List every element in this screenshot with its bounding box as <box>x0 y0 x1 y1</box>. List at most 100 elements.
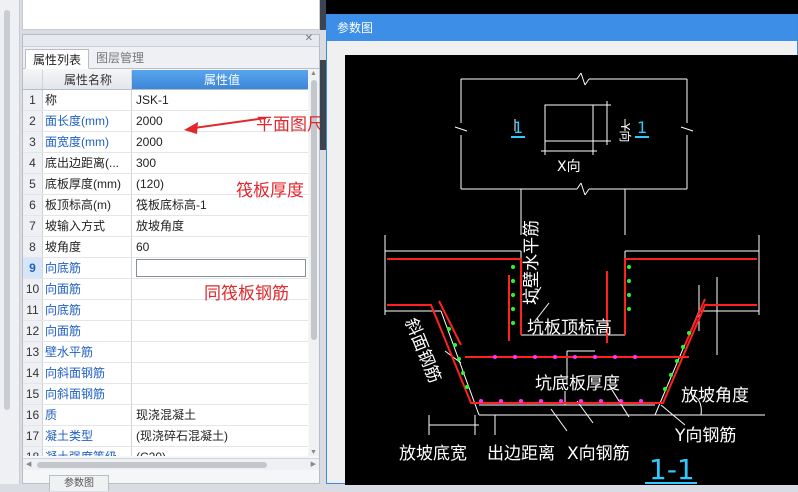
property-row[interactable]: 13 壁水平筋 <box>23 342 308 363</box>
property-name: 向底筋 <box>43 300 132 320</box>
property-name: 向斜面钢筋 <box>43 384 132 404</box>
property-name: 坡输入方式 <box>43 216 132 236</box>
plan-pit-outline <box>544 104 594 142</box>
property-value[interactable]: 现浇混凝土 <box>132 405 308 425</box>
row-number: 4 <box>23 153 43 173</box>
property-value[interactable] <box>132 342 308 362</box>
plan-y-direction: Y向 <box>618 122 633 142</box>
property-row[interactable]: 15 向斜面钢筋 <box>23 384 308 405</box>
property-row[interactable]: 9 向底筋 <box>23 258 308 279</box>
property-name: 向面筋 <box>43 279 132 299</box>
parameter-diagram-dialog: 参数图 1 1 X向 Y向 坑壁水平筋 坑板顶标高 斜面钢筋 坑底板厚度 放坡角… <box>326 14 798 485</box>
label-slope-bottom-width: 放坡底宽 <box>399 444 467 464</box>
grid-horizontal-scrollbar[interactable]: ◀ ▶ <box>23 458 319 470</box>
property-name: 凝土强度等级 <box>43 447 132 456</box>
row-number: 1 <box>23 90 43 110</box>
property-value[interactable]: (现浇碎石混凝土) <box>132 426 308 446</box>
property-value[interactable] <box>132 258 308 278</box>
property-name: 板顶标高(m) <box>43 195 132 215</box>
row-number: 12 <box>23 321 43 341</box>
property-value[interactable]: 60 <box>132 237 308 257</box>
parameter-drawing: 1 1 X向 Y向 坑壁水平筋 坑板顶标高 斜面钢筋 坑底板厚度 放坡角度 Y向… <box>345 55 798 485</box>
tab-layer-management[interactable]: 图层管理 <box>89 48 151 68</box>
row-number: 10 <box>23 279 43 299</box>
label-pit-slab-top-elevation: 坑板顶标高 <box>527 318 612 338</box>
row-number: 2 <box>23 111 43 131</box>
property-value[interactable]: JSK-1 <box>132 90 308 110</box>
row-number: 5 <box>23 174 43 194</box>
row-number: 13 <box>23 342 43 362</box>
property-row[interactable]: 17 凝土类型 (现浇碎石混凝土) <box>23 426 308 447</box>
scroll-left-icon[interactable]: ◀ <box>26 460 31 468</box>
property-value[interactable]: (C20) <box>132 447 308 456</box>
properties-panel: ✕ 属性列表 图层管理 属性名称 属性值 1 称 JSK-1 2 面长度(mm) 2000… <box>22 33 320 491</box>
property-value[interactable]: 2000 <box>132 132 308 152</box>
panel-close-icon[interactable]: ✕ <box>305 33 313 44</box>
label-pit-bottom-thickness: 坑底板厚度 <box>535 374 620 394</box>
property-name: 底板厚度(mm) <box>43 174 132 194</box>
row-number: 11 <box>23 300 43 320</box>
property-value[interactable] <box>132 321 308 341</box>
panel-titlebar: ✕ <box>23 33 319 47</box>
property-name: 向面筋 <box>43 321 132 341</box>
property-row[interactable]: 7 坡输入方式 放坡角度 <box>23 216 308 237</box>
row-number: 9 <box>23 258 43 278</box>
property-row[interactable]: 8 坡角度 60 <box>23 237 308 258</box>
row-number: 14 <box>23 363 43 383</box>
property-value[interactable]: 放坡角度 <box>132 216 308 236</box>
scroll-right-icon[interactable]: ▶ <box>311 460 316 468</box>
scroll-down-icon[interactable]: ▼ <box>310 449 317 456</box>
left-scrollbar[interactable] <box>4 10 10 410</box>
property-value[interactable] <box>132 384 308 404</box>
property-row[interactable]: 12 向面筋 <box>23 321 308 342</box>
property-value[interactable] <box>132 363 308 383</box>
annotation-raft-thickness: 筏板厚度 <box>236 181 304 201</box>
label-x-rebar: X向钢筋 <box>567 444 630 464</box>
value-editor[interactable] <box>136 259 306 277</box>
property-row[interactable]: 18凝土强度等级(C20) <box>23 447 308 456</box>
header-property-value: 属性值 <box>132 70 308 89</box>
property-name: 面宽度(mm) <box>43 132 132 152</box>
property-name: 坡角度 <box>43 237 132 257</box>
row-number: 3 <box>23 132 43 152</box>
label-slope-angle: 放坡角度 <box>681 386 749 406</box>
row-number: 16 <box>23 405 43 425</box>
panel-tabs: 属性列表 图层管理 <box>23 47 319 69</box>
dialog-titlebar: 参数图 <box>327 15 797 41</box>
property-name: 质 <box>43 405 132 425</box>
property-name: 向底筋 <box>43 258 132 278</box>
property-name: 底出边距离(... <box>43 153 132 173</box>
rebar-top-right <box>624 258 757 335</box>
label-slope-rebar: 斜面钢筋 <box>400 315 444 386</box>
property-row[interactable]: 14 向斜面钢筋 <box>23 363 308 384</box>
section-marker-right: 1 <box>637 118 647 137</box>
header-corner <box>23 70 43 89</box>
row-number: 17 <box>23 426 43 446</box>
property-row[interactable]: 16 质现浇混凝土 <box>23 405 308 426</box>
row-number: 15 <box>23 384 43 404</box>
property-row[interactable]: 3 面宽度(mm) 2000 <box>23 132 308 153</box>
row-number: 8 <box>23 237 43 257</box>
drawing-svg: 1 1 X向 Y向 坑壁水平筋 坑板顶标高 斜面钢筋 坑底板厚度 放坡角度 Y向… <box>384 72 765 485</box>
row-number: 7 <box>23 216 43 236</box>
grid-header: 属性名称 属性值 <box>23 70 308 90</box>
property-row[interactable]: 1 称 JSK-1 <box>23 90 308 111</box>
cad-canvas-strip <box>326 0 798 14</box>
property-name: 面长度(mm) <box>43 111 132 131</box>
label-y-rebar: Y向钢筋 <box>674 426 736 446</box>
section-marker-left: 1 <box>513 118 523 137</box>
top-blank-panel <box>22 0 320 30</box>
tab-parameter-diagram[interactable]: 参数图 <box>49 475 109 491</box>
property-name: 向斜面钢筋 <box>43 363 132 383</box>
property-value[interactable]: 300 <box>132 153 308 173</box>
property-row[interactable]: 4 底出边距离(... 300 <box>23 153 308 174</box>
scroll-up-icon[interactable]: ▲ <box>310 70 317 77</box>
row-number: 6 <box>23 195 43 215</box>
dialog-close-button[interactable] <box>787 15 797 41</box>
header-property-name: 属性名称 <box>43 70 132 89</box>
tab-property-list[interactable]: 属性列表 <box>25 49 90 69</box>
section-label: 1-1 <box>649 453 695 485</box>
annotation-same-raft-rebar: 同筏板钢筋 <box>204 284 289 304</box>
hscroll-thumb[interactable] <box>37 462 267 468</box>
row-number: 18 <box>23 447 43 456</box>
